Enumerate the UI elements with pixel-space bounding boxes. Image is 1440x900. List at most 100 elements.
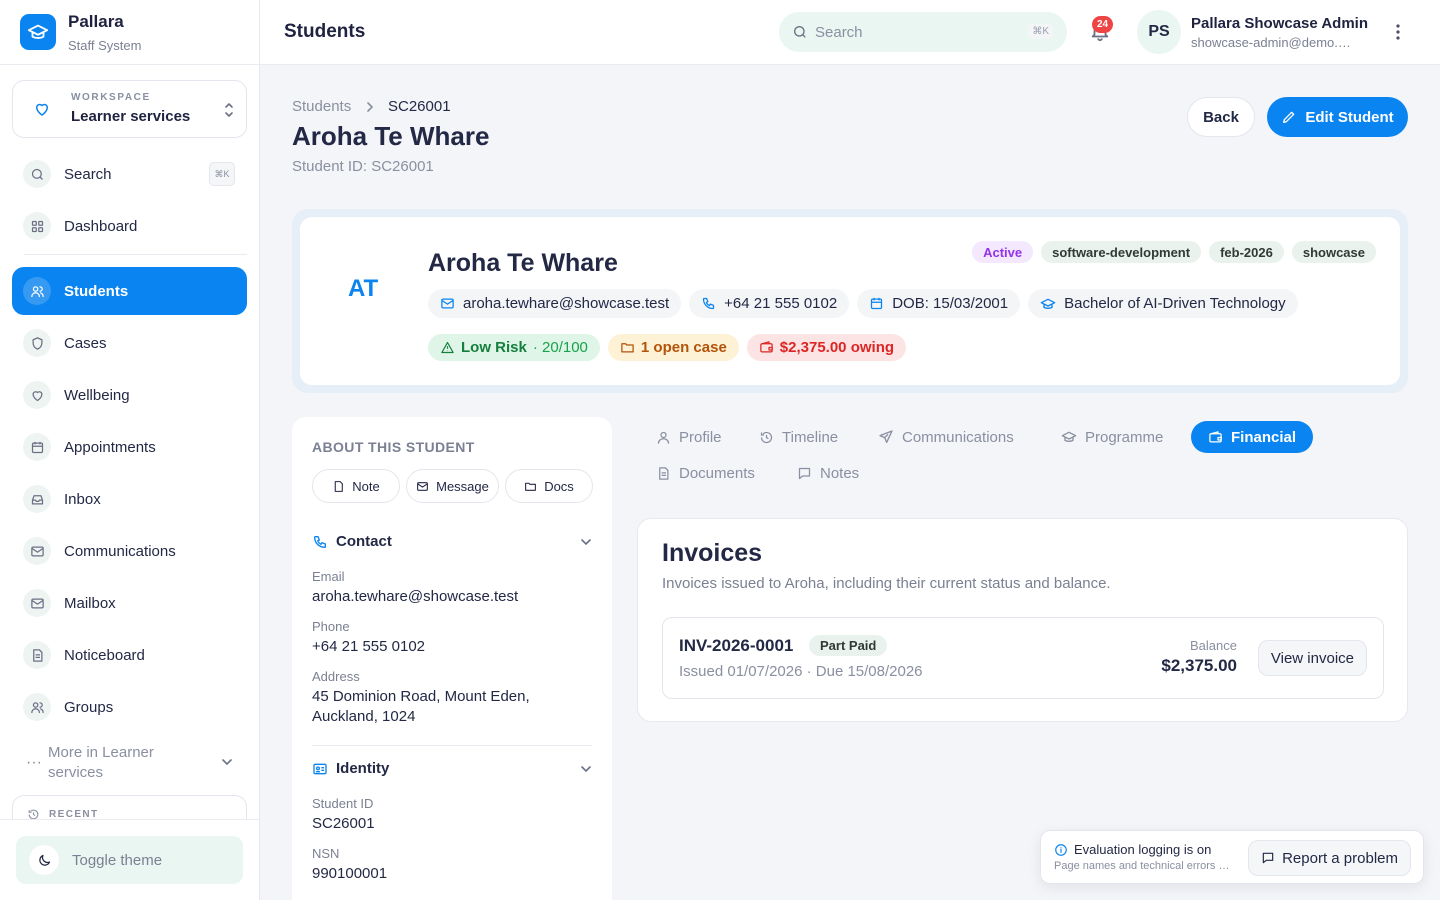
toast-title: Evaluation logging is on <box>1074 842 1212 857</box>
sidebar-item-communications[interactable]: Communications <box>12 527 247 575</box>
risk-score: · 20/100 <box>532 339 588 356</box>
tag-badge: software-development <box>1041 241 1202 263</box>
sidebar: Pallara Staff System WORKSPACE Learner s… <box>0 0 260 900</box>
sidebar-divider <box>24 254 247 255</box>
back-button[interactable]: Back <box>1187 97 1255 137</box>
mail-icon <box>23 589 51 617</box>
mail-icon <box>440 296 455 311</box>
edit-student-button[interactable]: Edit Student <box>1267 97 1408 137</box>
invoices-description: Invoices issued to Aroha, including thei… <box>662 575 1111 592</box>
section-divider <box>312 745 592 746</box>
heart-icon <box>33 100 51 118</box>
open-cases-text: 1 open case <box>640 339 727 356</box>
sidebar-item-groups[interactable]: Groups <box>12 683 247 731</box>
dob-chip-text: DOB: 15/03/2001 <box>892 295 1009 312</box>
graduation-cap-icon <box>20 14 56 50</box>
email-chip[interactable]: aroha.tewhare@showcase.test <box>428 289 682 318</box>
tab-financial[interactable]: Financial <box>1191 421 1314 453</box>
more-in-workspace[interactable]: ··· More in Learner services <box>12 736 247 790</box>
message-button[interactable]: Message <box>406 469 499 503</box>
toggle-theme-button[interactable]: Toggle theme <box>16 836 243 884</box>
sidebar-item-search[interactable]: Search ⌘K <box>12 150 247 198</box>
chevron-down-icon[interactable] <box>580 536 592 548</box>
programme-chip: Bachelor of AI-Driven Technology <box>1028 289 1298 318</box>
shield-icon <box>23 329 51 357</box>
sidebar-item-noticeboard[interactable]: Noticeboard <box>12 631 247 679</box>
workspace-name: Learner services <box>71 108 191 125</box>
tab-label: Programme <box>1085 428 1164 446</box>
status-badge: Active <box>972 241 1034 263</box>
phone-chip[interactable]: +64 21 555 0102 <box>689 289 850 318</box>
history-icon <box>759 430 774 445</box>
open-cases-pill[interactable]: 1 open case <box>607 334 739 361</box>
breadcrumb-root[interactable]: Students <box>292 98 351 115</box>
sidebar-item-mailbox[interactable]: Mailbox <box>12 579 247 627</box>
message-button-label: Message <box>436 478 489 494</box>
sidebar-item-dashboard[interactable]: Dashboard <box>12 202 247 250</box>
phone-icon <box>701 296 716 311</box>
tab-documents[interactable]: Documents <box>656 457 755 489</box>
id-card-icon <box>312 761 328 777</box>
evaluation-logging-toast: Evaluation logging is on Page names and … <box>1040 830 1424 884</box>
page-subtitle: Student ID: SC26001 <box>292 158 434 175</box>
sidebar-footer: Toggle theme <box>0 819 259 900</box>
page-header-title: Students <box>284 21 366 42</box>
sidebar-item-inbox[interactable]: Inbox <box>12 475 247 523</box>
notification-count-badge: 24 <box>1092 16 1113 33</box>
phone-icon <box>312 534 328 550</box>
chevron-up-down-icon <box>223 101 235 119</box>
docs-button[interactable]: Docs <box>505 469 593 503</box>
tag-badge: showcase <box>1291 241 1376 263</box>
tab-notes[interactable]: Notes <box>797 457 859 489</box>
message-square-icon <box>1261 851 1275 865</box>
contact-section-toggle[interactable]: Contact <box>312 533 392 550</box>
avatar[interactable]: PS <box>1137 10 1181 54</box>
folder-icon <box>620 340 635 355</box>
report-problem-button[interactable]: Report a problem <box>1248 840 1411 876</box>
phone-value: +64 21 555 0102 <box>312 638 426 655</box>
sidebar-item-label: Wellbeing <box>64 386 130 404</box>
calendar-icon <box>869 296 884 311</box>
toggle-theme-label: Toggle theme <box>72 851 163 869</box>
chevron-right-icon <box>365 101 375 113</box>
tab-programme[interactable]: Programme <box>1061 421 1163 453</box>
sidebar-item-label: Appointments <box>64 438 156 456</box>
more-vertical-icon[interactable] <box>1390 22 1406 42</box>
message-square-icon <box>797 466 812 481</box>
owing-pill[interactable]: $2,375.00 owing <box>746 334 907 361</box>
sidebar-item-label: Inbox <box>64 490 101 508</box>
risk-pill: Low Risk · 20/100 <box>428 334 600 361</box>
sidebar-item-label: Noticeboard <box>64 646 145 664</box>
tab-label: Communications <box>902 428 1014 446</box>
note-button[interactable]: Note <box>312 469 400 503</box>
address-label: Address <box>312 669 360 684</box>
tab-communications[interactable]: Communications <box>878 421 1014 453</box>
sidebar-item-label: Dashboard <box>64 217 138 235</box>
tab-timeline[interactable]: Timeline <box>759 421 838 453</box>
heart-icon <box>23 381 51 409</box>
sidebar-item-students[interactable]: Students <box>12 267 247 315</box>
status-badge: Part Paid <box>809 635 888 656</box>
about-actions: Note Message Docs <box>312 469 593 503</box>
chevron-down-icon[interactable] <box>580 763 592 775</box>
sidebar-item-cases[interactable]: Cases <box>12 319 247 367</box>
view-invoice-button[interactable]: View invoice <box>1257 640 1367 676</box>
workspace-label: WORKSPACE <box>71 92 151 103</box>
brand-header: Pallara Staff System <box>0 0 259 65</box>
email-label: Email <box>312 569 345 584</box>
sidebar-item-wellbeing[interactable]: Wellbeing <box>12 371 247 419</box>
tab-profile[interactable]: Profile <box>656 421 722 453</box>
contact-title: Contact <box>336 533 392 550</box>
document-icon <box>332 480 345 493</box>
email-chip-text: aroha.tewhare@showcase.test <box>463 295 670 312</box>
document-icon <box>23 641 51 669</box>
info-icon <box>1054 843 1068 857</box>
workspace-switcher[interactable]: WORKSPACE Learner services <box>12 80 247 138</box>
identity-section-toggle[interactable]: Identity <box>312 760 389 777</box>
about-heading: ABOUT THIS STUDENT <box>312 439 475 455</box>
sidebar-item-appointments[interactable]: Appointments <box>12 423 247 471</box>
user-name: Pallara Showcase Admin <box>1191 15 1369 32</box>
search-input[interactable]: Search ⌘K <box>779 12 1067 52</box>
sidebar-item-label: Students <box>64 282 129 300</box>
grid-icon <box>23 212 51 240</box>
